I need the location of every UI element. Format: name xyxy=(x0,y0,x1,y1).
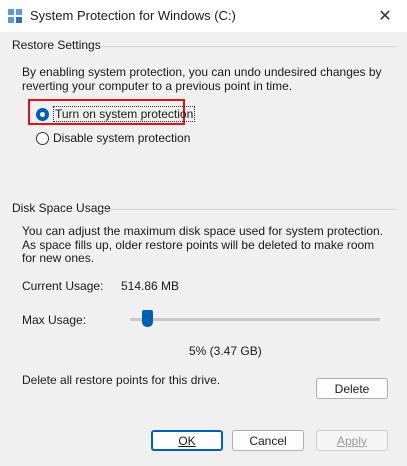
turn-on-protection-radio[interactable]: Turn on system protection xyxy=(36,106,196,122)
cancel-button-label: Cancel xyxy=(249,433,287,448)
max-usage-slider-track[interactable] xyxy=(130,318,380,321)
close-button[interactable]: ✕ xyxy=(363,0,407,32)
restore-description: By enabling system protection, you can u… xyxy=(22,65,382,93)
disk-description: You can adjust the maximum disk space us… xyxy=(22,224,384,265)
disable-protection-radio[interactable]: Disable system protection xyxy=(36,131,190,145)
apply-button[interactable]: Apply xyxy=(316,430,388,451)
disk-usage-heading: Disk Space Usage xyxy=(12,201,111,215)
window-title: System Protection for Windows (C:) xyxy=(30,8,236,23)
delete-button-label: Delete xyxy=(334,381,370,396)
title-bar: System Protection for Windows (C:) ✕ xyxy=(0,0,407,32)
current-usage-value: 514.86 MB xyxy=(121,279,180,293)
ok-button[interactable]: OK xyxy=(151,430,223,451)
disable-protection-label: Disable system protection xyxy=(53,131,191,145)
max-usage-value: 5% (3.47 GB) xyxy=(189,344,262,358)
disk-usage-divider xyxy=(102,209,397,210)
turn-on-protection-label: Turn on system protection xyxy=(53,106,196,122)
restore-settings-heading: Restore Settings xyxy=(12,38,101,52)
delete-description: Delete all restore points for this drive… xyxy=(22,373,221,387)
close-icon: ✕ xyxy=(378,8,392,25)
current-usage-label: Current Usage: xyxy=(22,279,104,293)
delete-button[interactable]: Delete xyxy=(316,378,388,399)
max-usage-slider-thumb[interactable] xyxy=(142,310,153,327)
apply-button-label: Apply xyxy=(336,433,368,448)
radio-unselected-icon xyxy=(36,131,49,145)
radio-selected-icon xyxy=(36,107,49,121)
max-usage-label: Max Usage: xyxy=(22,313,87,327)
ok-button-label: OK xyxy=(178,433,196,448)
system-protection-icon xyxy=(8,9,22,23)
cancel-button[interactable]: Cancel xyxy=(232,430,304,451)
restore-settings-divider xyxy=(102,46,397,47)
